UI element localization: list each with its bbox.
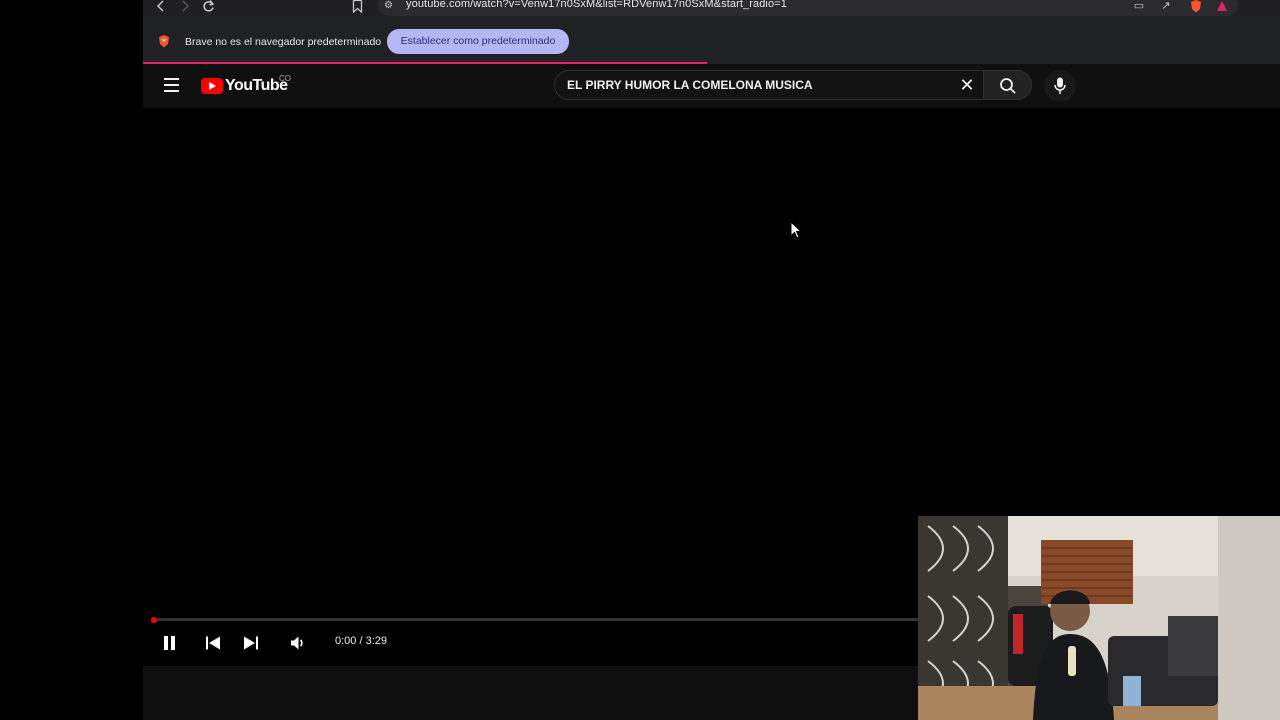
- pause-icon: [164, 636, 168, 650]
- progress-bar[interactable]: [151, 616, 918, 623]
- skip-next-icon: [244, 636, 258, 650]
- back-button[interactable]: [154, 0, 168, 14]
- microphone-icon: [1054, 77, 1066, 94]
- youtube-header: YouTube CO ✕: [143, 64, 1280, 108]
- reload-button[interactable]: [201, 0, 215, 14]
- search-box: ✕: [554, 70, 984, 100]
- triangle-icon: [1217, 1, 1227, 11]
- bookmark-icon: [352, 0, 362, 14]
- volume-button[interactable]: [290, 635, 306, 653]
- search-icon: [1000, 78, 1016, 94]
- previous-button[interactable]: [205, 635, 221, 653]
- next-button[interactable]: [243, 635, 259, 653]
- address-bar[interactable]: ⚙ youtube.com/watch?v=Venw17n0SxM&list=R…: [378, 0, 1238, 16]
- volume-icon: [291, 636, 303, 650]
- youtube-play-logo-icon: [201, 78, 223, 94]
- brave-shields-icon[interactable]: [1189, 0, 1203, 14]
- hamburger-menu-icon[interactable]: [164, 78, 179, 92]
- reload-icon: [202, 0, 214, 12]
- url-text[interactable]: youtube.com/watch?v=Venw17n0SxM&list=RDV…: [406, 0, 787, 10]
- country-code: CO: [279, 74, 291, 83]
- search-button[interactable]: [984, 70, 1032, 100]
- set-default-button[interactable]: Establecer como predeterminado: [387, 29, 569, 54]
- mouse-cursor-icon: [790, 221, 802, 239]
- webcam-overlay: [918, 516, 1280, 720]
- infobar-message: Brave no es el navegador predeterminado: [185, 36, 382, 48]
- cast-icon[interactable]: ▭: [1132, 0, 1146, 14]
- brave-icon: [159, 35, 169, 48]
- default-browser-infobar: Brave no es el navegador predeterminado …: [143, 17, 1280, 64]
- browser-toolbar: ⚙ youtube.com/watch?v=Venw17n0SxM&list=R…: [143, 0, 1280, 17]
- time-display: 0:00 / 3:29: [335, 635, 387, 647]
- skip-previous-icon: [206, 636, 220, 650]
- share-icon[interactable]: ↗: [1159, 0, 1173, 14]
- chevron-right-icon: [182, 0, 190, 12]
- webcam-image: [918, 516, 1280, 720]
- site-settings-icon[interactable]: ⚙: [384, 0, 396, 12]
- pause-button[interactable]: [163, 635, 177, 653]
- brave-lion-icon: [1191, 0, 1201, 13]
- browser-chrome: ⚙ youtube.com/watch?v=Venw17n0SxM&list=R…: [143, 0, 1280, 64]
- close-icon[interactable]: ✕: [957, 75, 977, 95]
- brave-rewards-icon[interactable]: [1215, 0, 1229, 14]
- progress-scrubber[interactable]: [151, 616, 157, 623]
- bookmark-button[interactable]: [350, 0, 364, 14]
- voice-search-button[interactable]: [1044, 70, 1076, 102]
- search-input[interactable]: [567, 71, 947, 99]
- forward-button[interactable]: [178, 0, 192, 14]
- screen: ⚙ youtube.com/watch?v=Venw17n0SxM&list=R…: [0, 0, 1280, 720]
- chevron-left-icon: [156, 0, 164, 12]
